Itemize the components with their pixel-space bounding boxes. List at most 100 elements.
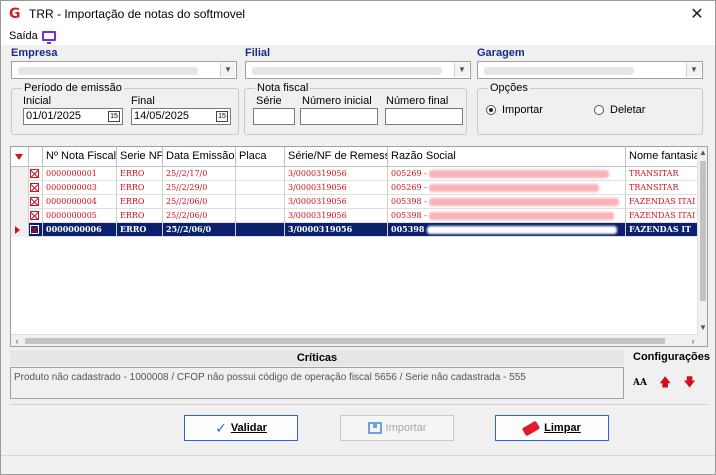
empresa-select[interactable]: ▼ <box>11 61 237 79</box>
error-status-icon <box>29 167 43 181</box>
deletar-radio[interactable]: Deletar <box>594 104 645 116</box>
final-date-value: 14/05/2025 <box>134 110 190 122</box>
inicial-label: Inicial <box>23 95 52 107</box>
horizontal-scrollbar[interactable]: ‹ › <box>11 334 699 346</box>
table-row-selected[interactable]: 0000000006 ERRO 25//2/06/0 3/0000319056 … <box>11 223 699 237</box>
nota-fiscal-legend: Nota fiscal <box>255 82 311 94</box>
col-placa[interactable]: Placa <box>236 147 285 167</box>
cell-razao: 005398 - <box>388 195 626 209</box>
scroll-thumb[interactable] <box>700 161 706 301</box>
exit-label: Saída <box>9 30 38 42</box>
calendar-icon[interactable]: 15 <box>216 111 228 122</box>
cell-serie: ERRO <box>117 223 163 237</box>
vertical-scrollbar[interactable]: ▲ ▼ <box>697 147 707 346</box>
numero-final-input[interactable] <box>385 108 463 125</box>
radio-selected-icon <box>486 105 496 115</box>
cell-razao: 005269 - <box>388 167 626 181</box>
importar-button[interactable]: Importar <box>340 415 454 441</box>
table-row[interactable]: 0000000005 ERRO 25//2/06/0 3/0000319056 … <box>11 209 699 223</box>
cell-data: 25//2/29/0 <box>163 181 236 195</box>
cell-razao: 005398 <box>388 223 626 237</box>
deletar-radio-label: Deletar <box>610 104 646 116</box>
font-size-icon[interactable]: AA <box>633 378 647 388</box>
app-logo-icon: G <box>9 6 21 22</box>
cell-remessa: 3/0000319056 <box>285 167 388 181</box>
sort-down-icon <box>15 154 23 160</box>
final-date-input[interactable]: 14/05/2025 15 <box>131 108 231 125</box>
validar-label: Validar <box>230 422 267 434</box>
title-bar: G TRR - Importação de notas do softmovel… <box>1 1 715 27</box>
scroll-thumb[interactable] <box>25 338 665 344</box>
garagem-value-redacted <box>484 67 634 75</box>
scroll-left-icon[interactable]: ‹ <box>11 335 23 346</box>
garagem-select[interactable]: ▼ <box>477 61 703 79</box>
scroll-right-icon[interactable]: › <box>687 335 699 346</box>
error-status-icon <box>29 223 43 237</box>
table-row[interactable]: 0000000001 ERRO 25//2/17/0 3/0000319056 … <box>11 167 699 181</box>
cell-placa <box>236 167 285 181</box>
opcoes-legend: Opções <box>488 82 530 94</box>
final-label: Final <box>131 95 155 107</box>
numero-inicial-input[interactable] <box>300 108 378 125</box>
numero-final-label: Número final <box>386 95 449 107</box>
menu-bar: Saída <box>1 27 715 45</box>
empresa-label: Empresa <box>11 47 58 59</box>
grid-body: 0000000001 ERRO 25//2/17/0 3/0000319056 … <box>11 167 699 237</box>
redacted-name <box>429 184 600 192</box>
calendar-icon[interactable]: 15 <box>108 111 120 122</box>
cell-remessa: 3/0000319056 <box>285 195 388 209</box>
inicial-date-input[interactable]: 01/01/2025 15 <box>23 108 123 125</box>
row-indicator <box>11 209 29 223</box>
cell-data: 25//2/06/0 <box>163 195 236 209</box>
cell-serie: ERRO <box>117 167 163 181</box>
col-nota-fiscal[interactable]: Nº Nota Fiscal <box>43 147 117 167</box>
exit-menu-item[interactable]: Saída <box>9 30 56 44</box>
table-row[interactable]: 0000000003 ERRO 25//2/29/0 3/0000319056 … <box>11 181 699 195</box>
limpar-button[interactable]: Limpar <box>495 415 609 441</box>
scroll-up-icon[interactable]: ▲ <box>698 147 707 159</box>
sort-indicator[interactable] <box>11 147 29 167</box>
cell-fantasia: FAZENDAS IT <box>629 224 692 234</box>
scroll-down-icon[interactable]: ▼ <box>698 322 707 334</box>
cell-placa <box>236 195 285 209</box>
col-serie-remessa[interactable]: Série/NF de Remessa <box>285 147 388 167</box>
criticas-title: Críticas <box>10 350 624 366</box>
cell-placa <box>236 181 285 195</box>
import-icon <box>367 422 382 434</box>
serie-input[interactable] <box>253 108 295 125</box>
notas-grid[interactable]: Nº Nota Fiscal Serie NF Data Emissão Pla… <box>10 146 708 347</box>
col-razao-social[interactable]: Razão Social <box>388 147 626 167</box>
cell-placa <box>236 223 285 237</box>
close-button[interactable]: ✕ <box>687 4 707 24</box>
col-data-emissao[interactable]: Data Emissão <box>163 147 236 167</box>
cell-data: 25//2/17/0 <box>163 167 236 181</box>
cell-serie: ERRO <box>117 181 163 195</box>
validar-button[interactable]: ✓ Validar <box>184 415 298 441</box>
filial-label: Filial <box>245 47 271 59</box>
importar-label: Importar <box>385 422 427 434</box>
arrow-up-icon[interactable]: 🡅 <box>659 373 671 394</box>
window-title: TRR - Importação de notas do softmovel <box>29 7 246 21</box>
divider <box>10 404 708 405</box>
importar-radio[interactable]: Importar <box>486 104 543 116</box>
col-serie-nf[interactable]: Serie NF <box>117 147 163 167</box>
cell-razao: 005269 - <box>388 181 626 195</box>
chevron-down-icon[interactable]: ▼ <box>686 63 701 77</box>
config-toolbar: AA 🡅 🡇 <box>633 375 713 391</box>
monitor-icon <box>41 31 56 44</box>
cell-fantasia: FAZENDAS ITAI <box>629 211 696 220</box>
cell-data: 25//2/06/0 <box>163 223 236 237</box>
chevron-down-icon[interactable]: ▼ <box>454 63 469 77</box>
col-nome-fantasia[interactable]: Nome fantasia <box>626 147 697 167</box>
razao-code: 005269 - <box>391 169 427 178</box>
periodo-legend: Período de emissão <box>22 82 124 94</box>
chevron-down-icon[interactable]: ▼ <box>220 63 235 77</box>
garagem-label: Garagem <box>477 47 525 59</box>
radio-unselected-icon <box>594 105 604 115</box>
filial-select[interactable]: ▼ <box>245 61 471 79</box>
table-row[interactable]: 0000000004 ERRO 25//2/06/0 3/0000319056 … <box>11 195 699 209</box>
razao-code: 005269 - <box>391 183 427 192</box>
cell-nota: 0000000006 <box>43 223 117 237</box>
arrow-down-icon[interactable]: 🡇 <box>683 373 695 394</box>
cell-nota: 0000000005 <box>43 209 117 223</box>
